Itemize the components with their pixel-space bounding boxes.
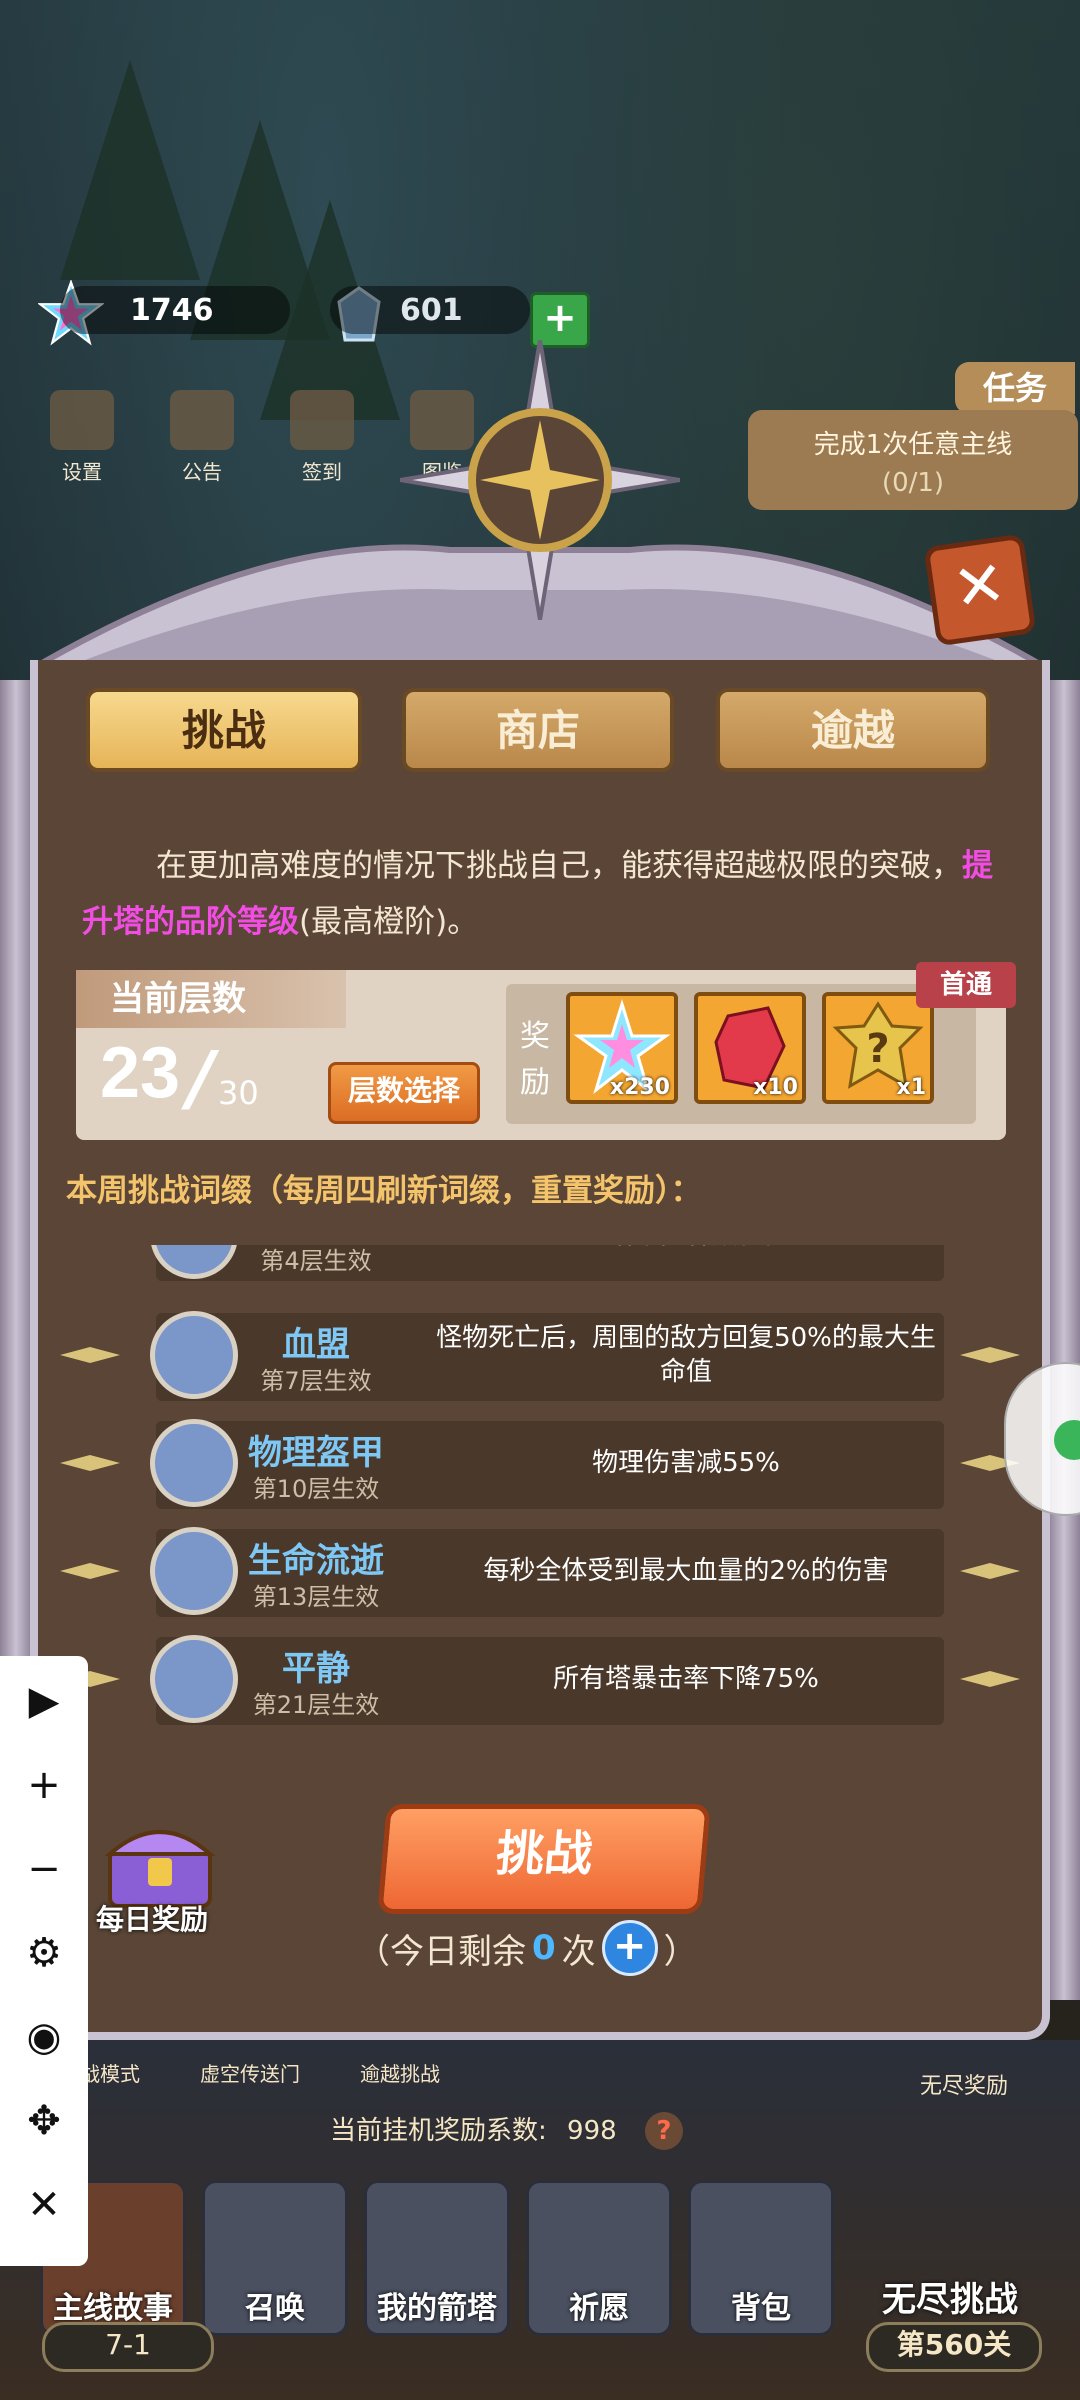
divider-ornament-icon: [60, 1563, 120, 1579]
svg-text:?: ?: [866, 1026, 889, 1072]
current-stage: 7-1: [42, 2322, 214, 2372]
broken-heart-icon: [150, 1527, 238, 1615]
notice-icon: [170, 390, 234, 450]
divider-ornament-icon: [960, 1347, 1020, 1363]
remaining-attempts: （今日剩余 0 次 + ）: [356, 1920, 698, 1976]
first-clear-badge: 首通: [916, 962, 1016, 1008]
settings-button[interactable]: 设置: [42, 390, 122, 485]
tab-transcend[interactable]: 逾越: [716, 688, 990, 772]
endless-stage: 第560关: [866, 2322, 1042, 2372]
blood-pact-icon: [150, 1311, 238, 1399]
shield-icon: [150, 1419, 238, 1507]
divider-ornament-icon: [60, 1455, 120, 1471]
nav-wish[interactable]: 祈愿: [526, 2180, 672, 2336]
floor-separator: /: [188, 1036, 215, 1120]
floating-toolbar: ▶ + − ⚙ ◉ ✥ ✕: [0, 1656, 88, 2266]
affix-row: 物理盔甲 第10层生效 物理伤害减55%: [46, 1419, 1034, 1511]
panel-pillar-right: [1048, 680, 1080, 2000]
zoom-out-icon[interactable]: −: [0, 1834, 88, 1904]
max-floor: 30: [218, 1074, 259, 1112]
mission-text: 完成1次任意主线: [813, 430, 1013, 460]
reward-item-crystal[interactable]: x10: [694, 992, 806, 1104]
checkin-button[interactable]: 签到: [282, 390, 362, 485]
compass-emblem-icon: [400, 340, 680, 620]
floor-label: 当前层数: [76, 970, 346, 1028]
nav-endless-challenge[interactable]: 无尽挑战: [860, 2272, 1040, 2321]
affix-list[interactable]: 第4层生效 全塔不能释放普箭 血盟 第7层生效 怪物死亡后，周围的敌方回复50%…: [46, 1245, 1034, 1725]
nav-backpack[interactable]: 背包: [688, 2180, 834, 2336]
close-button[interactable]: ✕: [923, 533, 1037, 647]
swirl-icon: [150, 1635, 238, 1723]
chat-icon: [1054, 1420, 1080, 1460]
intro-text: 在更加高难度的情况下挑战自己，能获得超越极限的突破，提升塔的品阶等级(最高橙阶)…: [82, 848, 993, 940]
mode-transcend[interactable]: 逾越挑战: [360, 2058, 440, 2087]
treasure-chest-icon[interactable]: [100, 1810, 220, 1910]
reward-item-mystery[interactable]: ? x1: [822, 992, 934, 1104]
reward-label: 奖励: [520, 1019, 550, 1100]
star-count: 1746: [60, 286, 290, 334]
bottom-nav: 主线故事 召唤 我的箭塔 祈愿 背包: [40, 2180, 834, 2336]
close-icon[interactable]: ✕: [0, 2170, 88, 2240]
affix-row: 血盟 第7层生效 怪物死亡后，周围的敌方回复50%的最大生命值: [46, 1311, 1034, 1403]
reward-area: 奖励 x230 x10 ? x1: [506, 984, 976, 1124]
play-icon[interactable]: ▶: [0, 1666, 88, 1736]
divider-ornament-icon: [60, 1347, 120, 1363]
reward-item-stars[interactable]: x230: [566, 992, 678, 1104]
mission-tab[interactable]: 任务: [955, 362, 1075, 414]
zoom-in-icon[interactable]: +: [0, 1750, 88, 1820]
affix-row: 生命流逝 第13层生效 每秒全体受到最大血量的2%的伤害: [46, 1527, 1034, 1619]
floor-box: 当前层数 23 / 30 层数选择 奖励 x230 x10 ? x1 首通: [76, 962, 1016, 1140]
move-icon[interactable]: ✥: [0, 2086, 88, 2156]
weekly-affix-title: 本周挑战词缀（每周四刷新词缀，重置奖励）：: [66, 1173, 702, 1209]
affix-row: 平静 第21层生效 所有塔暴击率下降75%: [46, 1635, 1034, 1725]
tab-challenge[interactable]: 挑战: [86, 688, 362, 772]
current-floor: 23: [100, 1033, 181, 1113]
divider-ornament-icon: [960, 1563, 1020, 1579]
star-currency: 1746: [60, 280, 290, 340]
gem-count: 601: [330, 286, 530, 334]
add-attempts-button[interactable]: +: [601, 1920, 658, 1976]
floor-select-button[interactable]: 层数选择: [328, 1062, 480, 1124]
daily-reward-label[interactable]: 每日奖励: [96, 1898, 208, 1938]
help-icon[interactable]: ?: [644, 2112, 683, 2150]
tab-shop[interactable]: 商店: [402, 688, 674, 772]
challenge-button[interactable]: 挑战: [377, 1804, 711, 1914]
divider-ornament-icon: [960, 1671, 1020, 1687]
settings-gear-icon[interactable]: ⚙: [0, 1918, 88, 1988]
nav-summon[interactable]: 召唤: [202, 2180, 348, 2336]
nav-my-towers[interactable]: 我的箭塔: [364, 2180, 510, 2336]
gem-currency: 601: [330, 280, 530, 340]
endless-reward-button[interactable]: 无尽奖励: [920, 2068, 1008, 2100]
affix-row: 第4层生效 全塔不能释放普箭: [46, 1245, 1034, 1283]
notice-button[interactable]: 公告: [162, 390, 242, 485]
eye-icon[interactable]: ◉: [0, 2002, 88, 2072]
checkin-icon: [290, 390, 354, 450]
remaining-count: 0: [532, 1928, 556, 1968]
mode-row: 挑战模式 虚空传送门 逾越挑战: [60, 2058, 440, 2087]
gear-icon: [50, 390, 114, 450]
idle-coefficient: 当前挂机奖励系数: 998 ?: [330, 2110, 683, 2150]
mode-void-portal[interactable]: 虚空传送门: [200, 2058, 300, 2087]
